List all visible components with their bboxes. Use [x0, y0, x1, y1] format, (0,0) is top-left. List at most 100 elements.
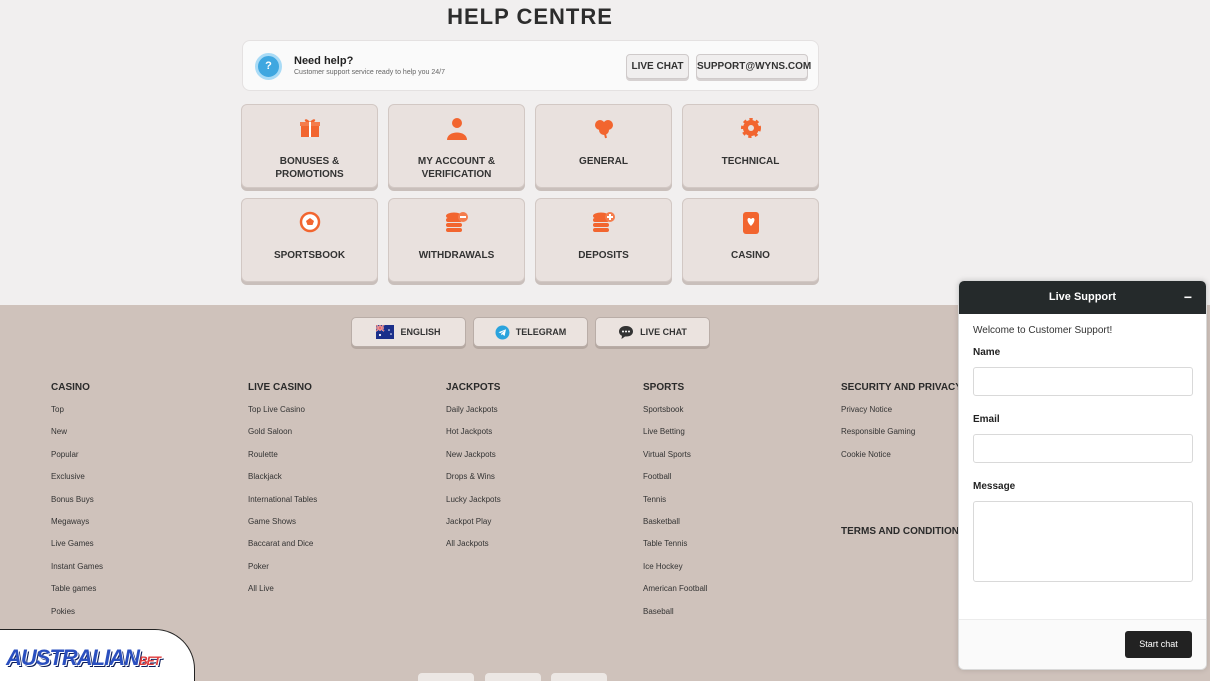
footer-link[interactable]: Poker	[248, 561, 317, 583]
telegram-button[interactable]: TELEGRAM	[473, 317, 588, 347]
footer-link[interactable]: Hot Jackpots	[446, 426, 501, 448]
footer-link[interactable]: Roulette	[248, 449, 317, 471]
footer-link[interactable]: Live Games	[51, 538, 103, 560]
footer-link[interactable]: Sportsbook	[643, 404, 707, 426]
clover-icon	[536, 117, 671, 141]
footer-link[interactable]: Football	[643, 471, 707, 493]
tile-general[interactable]: GENERAL	[535, 104, 672, 188]
footer-link[interactable]: Basketball	[643, 516, 707, 538]
need-help-subtitle: Customer support service ready to help y…	[294, 69, 445, 76]
footer-link[interactable]: Top	[51, 404, 103, 426]
support-email-button[interactable]: SUPPORT@WYNS.COM	[696, 54, 811, 79]
tile-label: CASINO	[731, 250, 770, 261]
coins-minus-icon	[389, 211, 524, 235]
footer-column-sports: SPORTS Sportsbook Live Betting Virtual S…	[643, 382, 707, 628]
footer-link[interactable]: Exclusive	[51, 471, 103, 493]
telegram-icon	[495, 325, 510, 339]
name-field[interactable]	[973, 367, 1193, 396]
logo-wordmark: AUSTRALIANBET	[6, 645, 161, 671]
chat-welcome-text: Welcome to Customer Support!	[973, 325, 1113, 336]
footer-link[interactable]: Pokies	[51, 606, 103, 628]
message-label: Message	[973, 481, 1016, 492]
tile-label: BONUSES & PROMOTIONS	[275, 156, 344, 180]
footer-link[interactable]: American Football	[643, 583, 707, 605]
footer-partial-button[interactable]	[551, 673, 607, 681]
footer-link[interactable]: Table games	[51, 583, 103, 605]
australia-flag-icon	[376, 325, 395, 339]
email-field[interactable]	[973, 434, 1193, 463]
footer-heading: SPORTS	[643, 382, 685, 393]
footer-link[interactable]: Popular	[51, 449, 103, 471]
footer-link[interactable]: Responsible Gaming	[841, 426, 962, 448]
tile-sportsbook[interactable]: SPORTSBOOK	[241, 198, 378, 282]
footer-link[interactable]: Megaways	[51, 516, 103, 538]
tile-my-account[interactable]: MY ACCOUNT & VERIFICATION	[388, 104, 525, 188]
footer-column-casino: CASINO Top New Popular Exclusive Bonus B…	[51, 382, 103, 628]
footer-live-chat-button[interactable]: LIVE CHAT	[595, 317, 710, 347]
tile-label: TECHNICAL	[721, 156, 780, 167]
footer-link[interactable]: Virtual Sports	[643, 449, 707, 471]
footer-link[interactable]: Jackpot Play	[446, 516, 501, 538]
footer-link[interactable]: International Tables	[248, 494, 317, 516]
telegram-label: TELEGRAM	[515, 327, 567, 337]
footer-link[interactable]: Tennis	[643, 494, 707, 516]
logo-main: AUSTRALIAN	[6, 645, 140, 670]
footer-link[interactable]: Drops & Wins	[446, 471, 501, 493]
footer-link[interactable]: Baccarat and Dice	[248, 538, 317, 560]
chat-form: Welcome to Customer Support! Name Email …	[959, 314, 1206, 582]
footer-link[interactable]: Daily Jackpots	[446, 404, 501, 426]
gift-icon	[242, 117, 377, 141]
chat-footer: Start chat	[959, 619, 1206, 669]
footer-heading: SECURITY AND PRIVACY	[841, 382, 962, 393]
footer-link[interactable]: Live Betting	[643, 426, 707, 448]
name-label: Name	[973, 347, 1001, 358]
live-chat-label: LIVE CHAT	[640, 327, 687, 337]
chat-bubble-icon	[619, 325, 634, 339]
footer-link[interactable]: All Live	[248, 583, 317, 605]
footer-link[interactable]: New	[51, 426, 103, 448]
footer-link[interactable]: Bonus Buys	[51, 494, 103, 516]
footer-link[interactable]: Game Shows	[248, 516, 317, 538]
footer-heading: JACKPOTS	[446, 382, 501, 393]
tile-label: SPORTSBOOK	[273, 250, 346, 261]
footer-link[interactable]: Baseball	[643, 606, 707, 628]
tile-casino[interactable]: CASINO	[682, 198, 819, 282]
language-button[interactable]: ENGLISH	[351, 317, 466, 347]
start-chat-button[interactable]: Start chat	[1125, 631, 1192, 658]
live-chat-button[interactable]: LIVE CHAT	[626, 54, 689, 79]
footer-link[interactable]: Ice Hockey	[643, 561, 707, 583]
question-icon: ?	[255, 53, 282, 80]
logo-suffix: BET	[139, 654, 161, 668]
footer-link[interactable]: Gold Saloon	[248, 426, 317, 448]
footer-link[interactable]: Cookie Notice	[841, 449, 962, 471]
tile-bonuses-promotions[interactable]: BONUSES & PROMOTIONS	[241, 104, 378, 188]
footer-link[interactable]: Lucky Jackpots	[446, 494, 501, 516]
footer-heading: LIVE CASINO	[248, 382, 312, 393]
footer-link[interactable]: Instant Games	[51, 561, 103, 583]
coins-plus-icon	[536, 211, 671, 235]
footer-link[interactable]: All Jackpots	[446, 538, 501, 560]
minimize-icon[interactable]: −	[1184, 281, 1192, 314]
help-centre-section: HELP CENTRE ? Need help? Customer suppor…	[0, 0, 1210, 305]
gear-icon	[683, 117, 818, 141]
tile-deposits[interactable]: DEPOSITS	[535, 198, 672, 282]
tile-technical[interactable]: TECHNICAL	[682, 104, 819, 188]
ball-icon	[242, 211, 377, 235]
footer-link[interactable]: Table Tennis	[643, 538, 707, 560]
tile-withdrawals[interactable]: WITHDRAWALS	[388, 198, 525, 282]
live-support-widget: Live Support − Welcome to Customer Suppo…	[958, 280, 1207, 670]
need-help-title: Need help?	[294, 55, 354, 67]
footer-link[interactable]: Privacy Notice	[841, 404, 962, 426]
footer-heading: CASINO	[51, 382, 90, 393]
footer-link[interactable]: Top Live Casino	[248, 404, 317, 426]
message-field[interactable]	[973, 501, 1193, 582]
footer-link[interactable]: Blackjack	[248, 471, 317, 493]
tile-label: DEPOSITS	[578, 250, 629, 261]
need-help-banner: ? Need help? Customer support service re…	[242, 40, 819, 91]
terms-and-conditions-link[interactable]: TERMS AND CONDITIONS	[841, 526, 966, 537]
footer-partial-button[interactable]	[485, 673, 541, 681]
australianbet-logo: AUSTRALIANBET	[0, 629, 195, 681]
footer-partial-button[interactable]	[418, 673, 474, 681]
chat-header: Live Support −	[959, 281, 1206, 314]
footer-link[interactable]: New Jackpots	[446, 449, 501, 471]
